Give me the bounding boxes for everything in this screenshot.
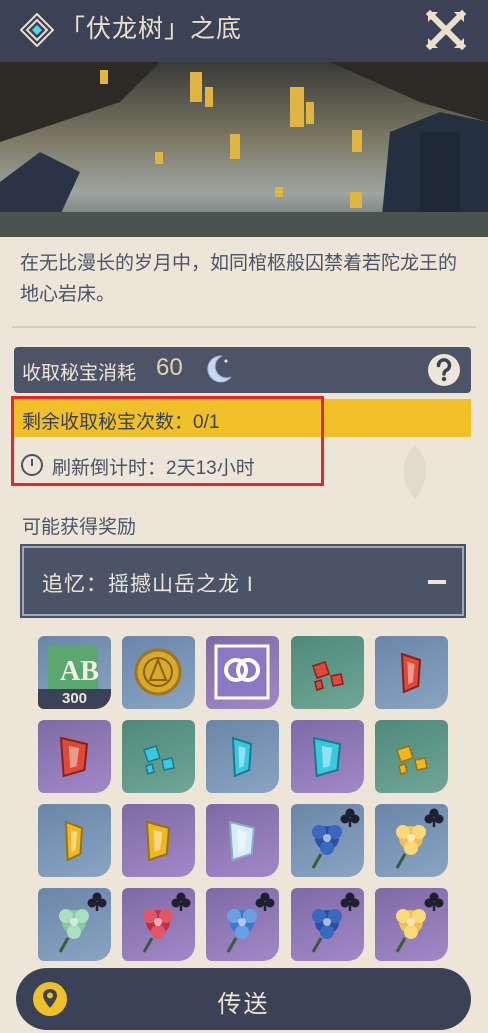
collapse-minus-icon[interactable]	[428, 580, 446, 584]
red-crystal-fragment-icon	[312, 661, 344, 691]
reward-item-blue-rose-flower[interactable]	[291, 804, 364, 877]
reward-item-red-crystal-fragment[interactable]	[291, 636, 364, 709]
clover-badge-icon	[87, 892, 107, 912]
reward-item-ice-crystal-gem[interactable]	[206, 804, 279, 877]
reward-item-blue-rose-flower-2[interactable]	[291, 888, 364, 961]
moon-resin-icon	[207, 355, 232, 383]
reward-item-gold-lily-flower[interactable]	[375, 804, 448, 877]
item-count: 300	[38, 689, 111, 709]
clover-badge-icon	[340, 892, 360, 912]
resin-cost-bar: 收取秘宝消耗 60	[14, 347, 471, 393]
clover-badge-icon	[340, 808, 360, 828]
gold-crystal-gem-icon	[145, 820, 171, 862]
remaining-claims-text: 剩余收取秘宝次数：0/1	[22, 412, 220, 433]
reward-section-header[interactable]: 追忆：摇撼山岳之龙 I	[20, 544, 466, 618]
domain-diamond-icon	[20, 13, 54, 47]
cost-value: 60	[156, 354, 183, 381]
reward-item-red-crystal-chunk[interactable]	[375, 636, 448, 709]
divider	[12, 326, 476, 328]
svg-text:AB: AB	[60, 656, 99, 687]
cost-label: 收取秘宝消耗	[22, 363, 137, 384]
teleport-label: 传送	[217, 991, 270, 1018]
cyan-crystal-chunk-icon	[231, 736, 253, 778]
refresh-countdown-text: 刷新倒计时：2天13小时	[52, 458, 255, 479]
reward-item-mora-coin[interactable]	[122, 636, 195, 709]
reward-item-companionship-exp[interactable]	[206, 636, 279, 709]
companionship-exp-icon	[214, 644, 270, 700]
header-bar: 「伏龙树」之底	[0, 0, 488, 62]
reward-item-gold-crystal-gem[interactable]	[122, 804, 195, 877]
gold-crystal-fragment-icon	[396, 745, 428, 775]
reward-item-gold-crystal-chunk[interactable]	[38, 804, 111, 877]
reward-item-green-succulent-flower[interactable]	[38, 888, 111, 961]
rewards-title: 可能获得奖励	[22, 517, 137, 538]
reward-section-label: 追忆：摇撼山岳之龙 I	[42, 573, 254, 596]
gold-crystal-chunk-icon	[64, 820, 84, 862]
ice-crystal-gem-icon	[228, 820, 256, 862]
mora-coin-icon	[134, 648, 182, 696]
red-crystal-gem-icon	[59, 736, 89, 778]
reward-item-gold-crystal-fragment[interactable]	[375, 720, 448, 793]
domain-banner-image	[0, 62, 488, 237]
reward-item-red-crystal-gem[interactable]	[38, 720, 111, 793]
clover-badge-icon	[424, 808, 444, 828]
teleport-button[interactable]: 传送	[16, 968, 471, 1030]
reward-item-cyan-crystal-fragment[interactable]	[122, 720, 195, 793]
red-crystal-chunk-icon	[400, 652, 422, 694]
remaining-claims-bar: 剩余收取秘宝次数：0/1	[14, 399, 471, 437]
reward-item-gold-lily-flower-2[interactable]	[375, 888, 448, 961]
clover-badge-icon	[171, 892, 191, 912]
cyan-crystal-gem-icon	[312, 736, 342, 778]
reward-item-blue-morning-flower[interactable]	[206, 888, 279, 961]
clock-icon	[21, 454, 43, 476]
close-cross-icon[interactable]	[424, 8, 468, 52]
help-icon[interactable]	[426, 352, 462, 388]
cyan-crystal-fragment-icon	[143, 745, 175, 775]
decorative-watermark	[403, 445, 427, 500]
page-title: 「伏龙树」之底	[60, 15, 243, 43]
reward-item-exp-book[interactable]: AB 300	[38, 636, 111, 709]
clover-badge-icon	[424, 892, 444, 912]
reward-item-red-star-flower[interactable]	[122, 888, 195, 961]
clover-badge-icon	[255, 892, 275, 912]
domain-description: 在无比漫长的岁月中，如同棺柩般囚禁着若陀龙王的地心岩床。	[20, 253, 458, 305]
reward-item-cyan-crystal-gem[interactable]	[291, 720, 364, 793]
reward-item-cyan-crystal-chunk[interactable]	[206, 720, 279, 793]
